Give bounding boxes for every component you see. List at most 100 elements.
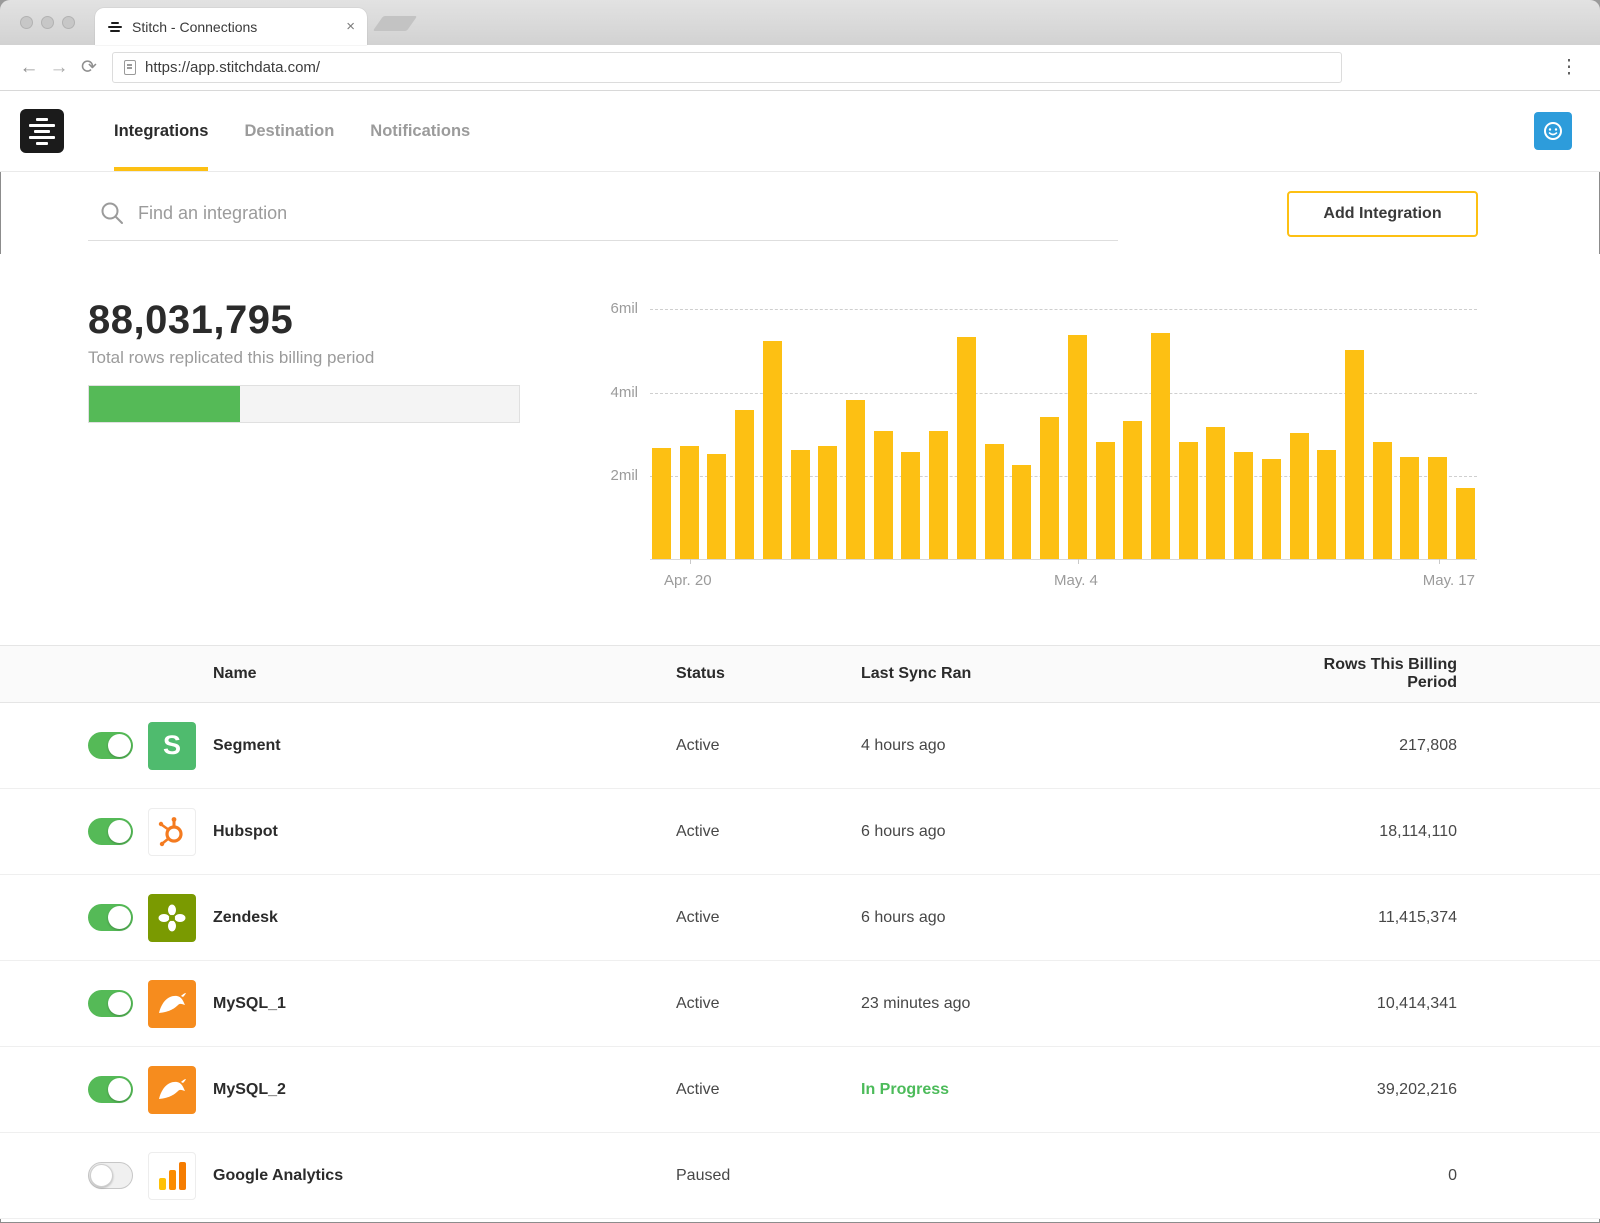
table-row-hubspot[interactable]: Hubspot Active 6 hours ago 18,114,110 (0, 789, 1600, 875)
total-rows-label: Total rows replicated this billing perio… (88, 348, 374, 368)
mysql-icon (148, 1066, 196, 1114)
stitch-logo-icon[interactable] (20, 109, 64, 153)
chart-bar (929, 431, 948, 559)
minimize-window-button[interactable] (41, 16, 54, 29)
chart-bar (1151, 333, 1170, 559)
url-text: https://app.stitchdata.com/ (145, 59, 320, 76)
chart-bar (957, 337, 976, 559)
browser-menu-icon[interactable]: ⋮ (1552, 56, 1586, 79)
integration-name[interactable]: Google Analytics (213, 1167, 676, 1185)
smiley-icon (1542, 120, 1564, 142)
main-nav: Integrations Destination Notifications (114, 91, 470, 171)
integration-name[interactable]: MySQL_2 (213, 1081, 676, 1099)
search-underline (88, 240, 1118, 241)
row-count: 217,808 (1271, 737, 1457, 755)
row-count: 39,202,216 (1271, 1081, 1457, 1099)
app-header: Integrations Destination Notifications (0, 91, 1600, 172)
chart-bar (1206, 427, 1225, 559)
chart-bar (1123, 421, 1142, 559)
x-tick-label: May. 4 (1054, 572, 1098, 589)
toggle[interactable] (88, 732, 133, 759)
chart-bar (1262, 459, 1281, 559)
close-window-button[interactable] (20, 16, 33, 29)
zoom-window-button[interactable] (62, 16, 75, 29)
toggle-knob (108, 820, 131, 843)
chart-bar (1290, 433, 1309, 559)
chart-bars (652, 309, 1475, 559)
integration-name[interactable]: Segment (213, 737, 676, 755)
integration-name[interactable]: MySQL_1 (213, 995, 676, 1013)
chart-bar (791, 450, 810, 559)
toggle[interactable] (88, 1076, 133, 1103)
page-icon (124, 60, 136, 75)
chart-bar (1179, 442, 1198, 559)
forward-icon[interactable]: → (44, 57, 74, 79)
integration-name[interactable]: Hubspot (213, 823, 676, 841)
integration-name[interactable]: Zendesk (213, 909, 676, 927)
last-sync: 6 hours ago (861, 823, 1271, 841)
chart-bar (818, 446, 837, 559)
last-sync: 6 hours ago (861, 909, 1271, 927)
chart-bar (1068, 335, 1087, 559)
table-row-mysql-1[interactable]: MySQL_1 Active 23 minutes ago 10,414,341 (0, 961, 1600, 1047)
y-tick-label: 6mil (590, 300, 638, 317)
header-status: Status (676, 665, 861, 683)
last-sync: In Progress (861, 1081, 1271, 1099)
y-tick-label: 2mil (590, 467, 638, 484)
toggle[interactable] (88, 818, 133, 845)
tab-destination[interactable]: Destination (244, 91, 334, 171)
integration-status: Active (676, 995, 861, 1013)
chart-bar (1040, 417, 1059, 559)
chart-bar (901, 452, 920, 559)
row-count: 10,414,341 (1271, 995, 1457, 1013)
toggle[interactable] (88, 1162, 133, 1189)
x-tick (1439, 559, 1440, 564)
y-tick-label: 4mil (590, 384, 638, 401)
chart-bar (985, 444, 1004, 559)
toggle[interactable] (88, 904, 133, 931)
search-input[interactable] (138, 203, 1038, 224)
last-sync: 23 minutes ago (861, 995, 1271, 1013)
chart-bar (846, 400, 865, 559)
table-row-segment[interactable]: S Segment Active 4 hours ago 217,808 (0, 703, 1600, 789)
toggle[interactable] (88, 990, 133, 1017)
back-icon[interactable]: ← (14, 57, 44, 79)
mysql-icon (148, 980, 196, 1028)
tab-notifications[interactable]: Notifications (370, 91, 470, 171)
header-rows: Rows This Billing Period (1271, 656, 1457, 692)
x-tick (690, 559, 691, 564)
chart-bar (1428, 457, 1447, 559)
chart-bar (1317, 450, 1336, 559)
toggle-knob (90, 1164, 113, 1187)
refresh-icon[interactable]: ⟳ (74, 56, 104, 79)
browser-window: Stitch - Connections × ← → ⟳ https://app… (0, 0, 1600, 1223)
integration-status: Active (676, 1081, 861, 1099)
window-controls (20, 16, 75, 29)
url-bar[interactable]: https://app.stitchdata.com/ (112, 52, 1342, 83)
table-row-mysql-2[interactable]: MySQL_2 Active In Progress 39,202,216 (0, 1047, 1600, 1133)
chart-bar (1234, 452, 1253, 559)
chart-bar (652, 448, 671, 559)
row-count: 18,114,110 (1271, 823, 1457, 841)
chart-bar (735, 410, 754, 559)
tab-close-icon[interactable]: × (346, 19, 355, 34)
toggle-knob (108, 1078, 131, 1101)
x-tick (1078, 559, 1079, 564)
table-row-google-analytics[interactable]: Google Analytics Paused 0 (0, 1133, 1600, 1219)
header-last-sync: Last Sync Ran (861, 665, 1271, 683)
browser-tab[interactable]: Stitch - Connections × (95, 8, 367, 45)
chart-bar (1096, 442, 1115, 559)
support-button[interactable] (1534, 112, 1572, 150)
table-row-zendesk[interactable]: Zendesk Active 6 hours ago 11,415,374 (0, 875, 1600, 961)
tab-integrations[interactable]: Integrations (114, 91, 208, 171)
billing-progress-bar (88, 385, 520, 423)
segment-icon: S (148, 722, 196, 770)
integration-status: Active (676, 823, 861, 841)
last-sync: 4 hours ago (861, 737, 1271, 755)
rows-bar-chart: 6mil 4mil 2mil Apr. 20 May. 4 May. 17 (650, 309, 1477, 560)
integration-status: Paused (676, 1167, 861, 1185)
add-integration-button[interactable]: Add Integration (1287, 191, 1478, 237)
new-tab-button[interactable] (373, 16, 418, 31)
chart-bar (707, 454, 726, 559)
chart-bar (680, 446, 699, 559)
